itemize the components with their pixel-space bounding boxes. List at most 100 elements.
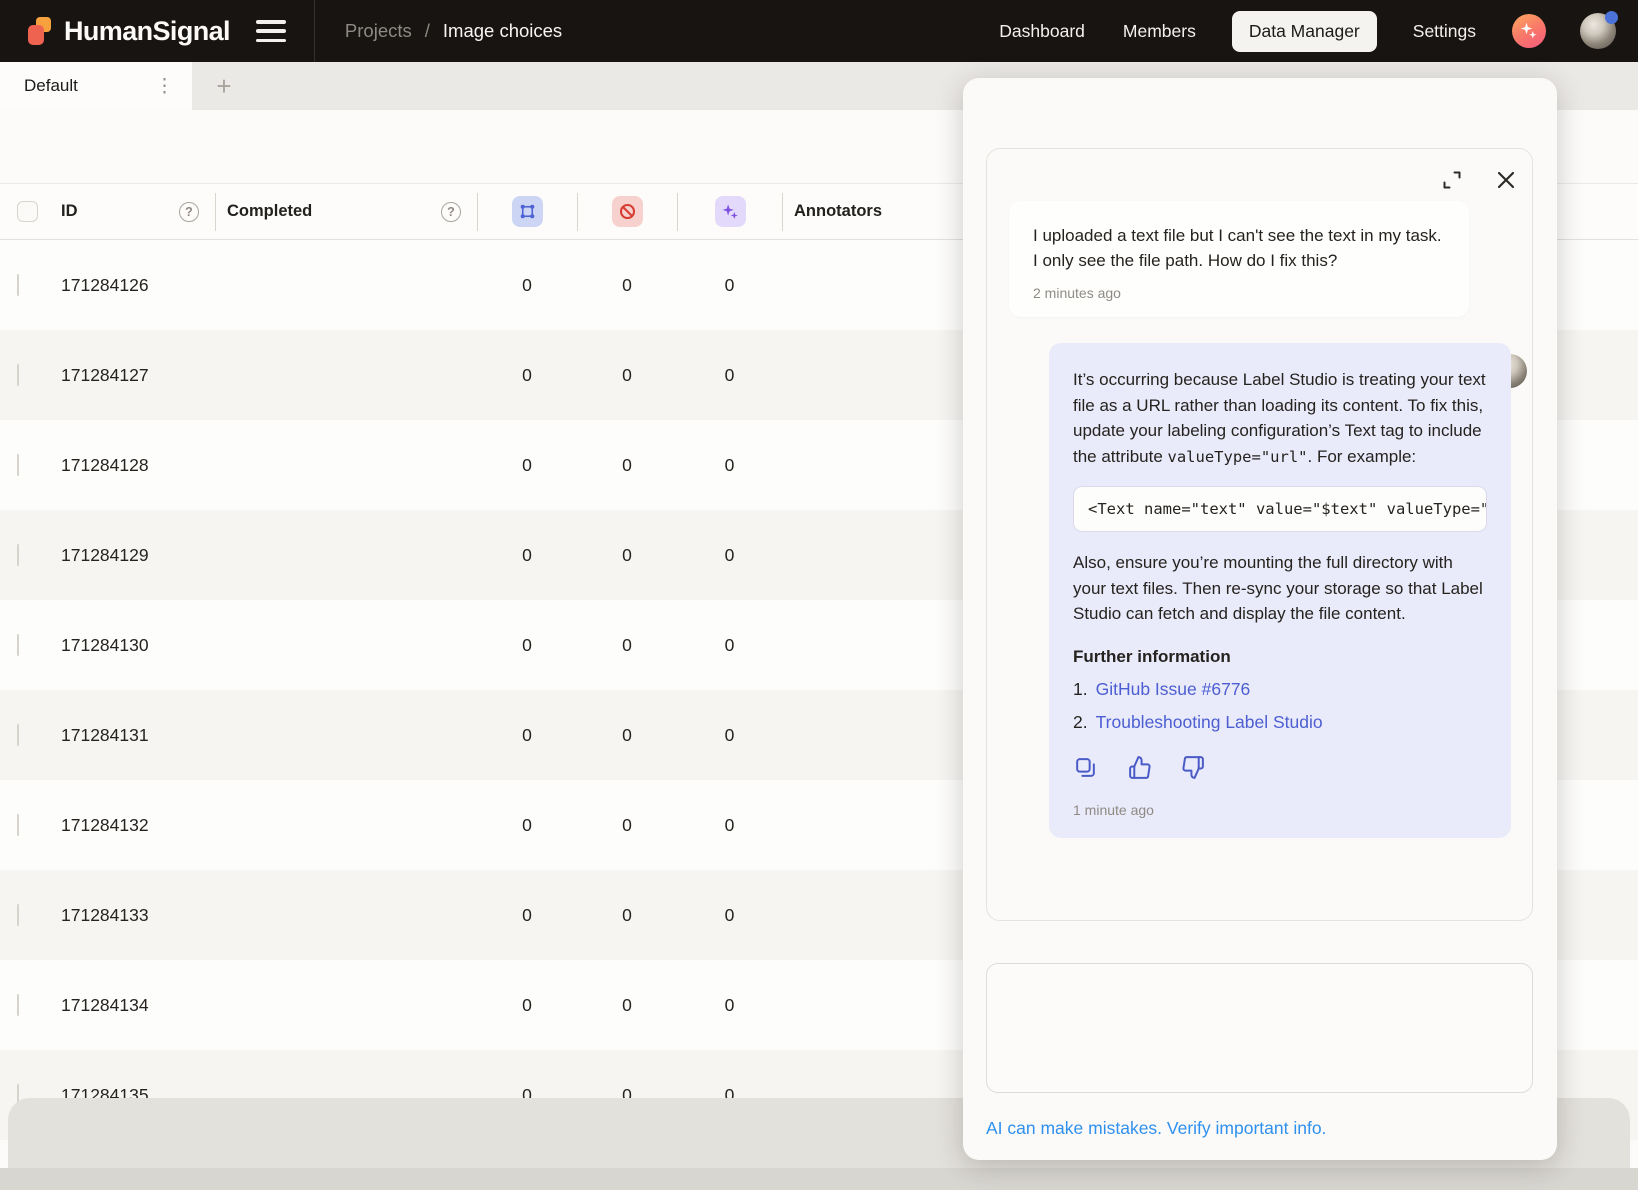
task-id-cell: 171284126 [61,275,215,296]
row-checkbox[interactable] [17,454,19,476]
predictions-sparkles-icon[interactable] [715,196,746,227]
tab-default[interactable]: Default ⋮ [0,62,192,110]
annotations-count-cell: 0 [477,275,577,296]
ai-sparkles-button[interactable] [1512,14,1546,48]
cancelled-count-cell: 0 [577,275,677,296]
ai-message-actions [1073,755,1487,780]
nav-settings[interactable]: Settings [1411,11,1478,52]
row-checkbox-cell [0,275,50,296]
task-id-cell: 171284133 [61,905,215,926]
ai-paragraph-1: It’s occurring because Label Studio is t… [1073,367,1487,470]
annotations-count-cell: 0 [477,365,577,386]
user-avatar[interactable] [1580,13,1616,49]
annotations-count-cell: 0 [477,545,577,566]
annotations-count-cell: 0 [477,815,577,836]
notification-dot [1605,11,1618,24]
chat-message-list: I uploaded a text file but I can't see t… [986,148,1533,921]
column-header-predictions[interactable] [677,193,782,231]
nav-members[interactable]: Members [1121,11,1198,52]
predictions-count-cell: 0 [677,815,782,836]
breadcrumb-projects[interactable]: Projects [345,20,412,42]
github-issue-link[interactable]: GitHub Issue #6776 [1096,679,1251,700]
row-checkbox[interactable] [17,724,19,746]
further-info-item-1: 1. GitHub Issue #6776 [1073,679,1487,700]
task-id-cell: 171284130 [61,635,215,656]
column-header-id[interactable]: ID ? [50,193,215,231]
annotations-count-cell: 0 [477,725,577,746]
chat-input[interactable] [986,963,1533,1093]
hamburger-menu-icon[interactable] [256,20,286,42]
annotations-box-icon[interactable] [512,196,543,227]
top-header: HumanSignal Projects / Image choices Das… [0,0,1638,62]
column-header-completed[interactable]: Completed ? [215,193,477,231]
thumbs-up-icon[interactable] [1127,755,1152,780]
cancelled-count-cell: 0 [577,635,677,656]
tab-default-label: Default [24,76,78,96]
row-checkbox[interactable] [17,814,19,836]
add-tab-button[interactable]: + [204,62,244,110]
completed-help-icon[interactable]: ? [441,202,461,222]
further-info-item-2: 2. Troubleshooting Label Studio [1073,712,1487,733]
row-checkbox-cell [0,365,50,386]
user-message-timestamp: 2 minutes ago [1033,285,1445,301]
cancelled-count-cell: 0 [577,365,677,386]
row-checkbox[interactable] [17,904,19,926]
list-number: 1. [1073,679,1088,700]
cancelled-annotations-icon[interactable] [612,196,643,227]
nav-dashboard[interactable]: Dashboard [997,11,1087,52]
header-divider [314,0,315,62]
user-message-bubble: I uploaded a text file but I can't see t… [1009,201,1469,317]
sparkles-icon [1519,21,1539,41]
row-checkbox[interactable] [17,274,19,296]
predictions-count-cell: 0 [677,635,782,656]
row-checkbox[interactable] [17,994,19,1016]
column-header-cancelled[interactable] [577,193,677,231]
task-id-cell: 171284132 [61,815,215,836]
row-checkbox[interactable] [17,634,19,656]
predictions-count-cell: 0 [677,455,782,476]
row-checkbox-cell [0,545,50,566]
annotations-count-cell: 0 [477,635,577,656]
ai-disclaimer-link[interactable]: AI can make mistakes. Verify important i… [986,1118,1326,1139]
predictions-count-cell: 0 [677,275,782,296]
row-checkbox-cell [0,455,50,476]
row-checkbox[interactable] [17,544,19,566]
ai-assistant-panel: I uploaded a text file but I can't see t… [963,78,1557,1160]
row-checkbox-cell [0,815,50,836]
logo-text: HumanSignal [64,16,230,47]
row-checkbox[interactable] [17,364,19,386]
task-id-cell: 171284128 [61,455,215,476]
annotations-count-cell: 0 [477,995,577,1016]
tab-options-kebab-icon[interactable]: ⋮ [155,77,174,96]
breadcrumb-separator: / [425,20,430,42]
id-help-icon[interactable]: ? [179,202,199,222]
column-header-annotations[interactable] [477,193,577,231]
copy-icon[interactable] [1073,755,1098,780]
task-id-cell: 171284127 [61,365,215,386]
annotations-count-cell: 0 [477,905,577,926]
cancelled-count-cell: 0 [577,725,677,746]
nav-data-manager[interactable]: Data Manager [1232,11,1377,52]
list-number: 2. [1073,712,1088,733]
breadcrumb: Projects / Image choices [345,20,562,42]
further-information-heading: Further information [1073,647,1487,667]
ai-p1-tail: . For example: [1308,447,1417,466]
ai-code-block[interactable]: <Text name="text" value="$text" valueTyp… [1073,486,1487,532]
row-checkbox-cell [0,635,50,656]
cancelled-count-cell: 0 [577,815,677,836]
troubleshooting-link[interactable]: Troubleshooting Label Studio [1096,712,1323,733]
humansignal-logo[interactable]: HumanSignal [24,15,230,47]
predictions-count-cell: 0 [677,545,782,566]
cancelled-count-cell: 0 [577,995,677,1016]
thumbs-down-icon[interactable] [1181,755,1206,780]
ai-message-timestamp: 1 minute ago [1073,802,1487,818]
task-id-cell: 171284129 [61,545,215,566]
predictions-count-cell: 0 [677,905,782,926]
humansignal-logo-icon [24,15,54,47]
annotators-column-label: Annotators [794,202,882,221]
predictions-count-cell: 0 [677,725,782,746]
select-all-checkbox[interactable] [17,201,38,222]
breadcrumb-current: Image choices [443,20,562,42]
user-message-text: I uploaded a text file but I can't see t… [1033,223,1445,273]
annotations-count-cell: 0 [477,455,577,476]
